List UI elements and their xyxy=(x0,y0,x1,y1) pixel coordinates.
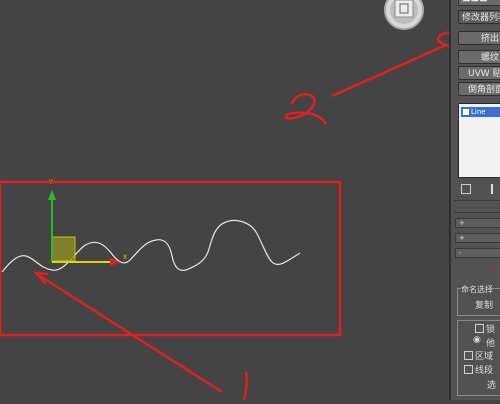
checkbox-lock[interactable] xyxy=(475,324,484,333)
annotation-arrow-1 xyxy=(32,271,223,394)
vertex-icon[interactable]: ∴ xyxy=(491,266,497,276)
rollout-header-1[interactable]: + xyxy=(455,218,500,228)
viewport-canvas[interactable]: Y X 1 2 xyxy=(0,0,500,401)
named-selection-label: 命名选择 xyxy=(461,284,493,295)
annotation-label-1-stroke xyxy=(242,371,249,401)
copy-button[interactable]: 复制 xyxy=(475,298,493,311)
divider xyxy=(454,212,500,213)
checkbox-area-label: 区域 xyxy=(475,352,494,362)
divider xyxy=(454,200,500,201)
transform-gizmo[interactable]: Y X xyxy=(48,179,127,266)
checkbox-segment[interactable] xyxy=(464,365,473,374)
checkbox-segment-label: 线段 xyxy=(475,366,494,376)
select-button[interactable]: 选 xyxy=(487,378,496,391)
modifier-list-dropdown[interactable]: 修改器列表 xyxy=(458,10,500,24)
radio-label: 他 xyxy=(486,339,496,349)
checkbox-lock-label: 锁 xyxy=(486,325,496,335)
pin-stack-icon[interactable] xyxy=(461,184,471,194)
spline-curve[interactable] xyxy=(1,219,301,273)
bevel-profile-button[interactable]: 倒角剖面 xyxy=(458,82,500,96)
uvw-map-button[interactable]: UVW 贴图 xyxy=(458,66,500,80)
modifier-stack[interactable]: Line xyxy=(458,103,500,178)
viewport[interactable]: Y X 1 2 xyxy=(0,0,500,401)
rollout-header-3[interactable]: - xyxy=(455,248,500,258)
show-end-result-icon[interactable] xyxy=(491,184,493,194)
lathe-button[interactable]: 螺纹 xyxy=(458,50,500,64)
rollout-header-2[interactable]: + xyxy=(455,233,500,243)
checkbox-area[interactable] xyxy=(464,351,473,360)
annotation-label-2-stroke xyxy=(284,93,328,125)
svg-text:X: X xyxy=(123,254,127,261)
extrude-button[interactable]: 挤出 xyxy=(458,31,500,45)
spline-icon xyxy=(463,109,469,115)
annotation-arrow-2 xyxy=(331,43,447,98)
command-panel: ▬▬▬ 修改器列表 挤出 螺纹 UVW 贴图 倒角剖面 Line + + - ∴… xyxy=(449,0,500,400)
stack-item-label: Line xyxy=(471,108,486,116)
radio-icon[interactable]: ◉ xyxy=(473,335,481,345)
viewcube-icon[interactable] xyxy=(384,0,424,30)
panel-top-button[interactable]: ▬▬▬ xyxy=(458,0,500,6)
stack-item-line[interactable]: Line xyxy=(461,107,500,117)
